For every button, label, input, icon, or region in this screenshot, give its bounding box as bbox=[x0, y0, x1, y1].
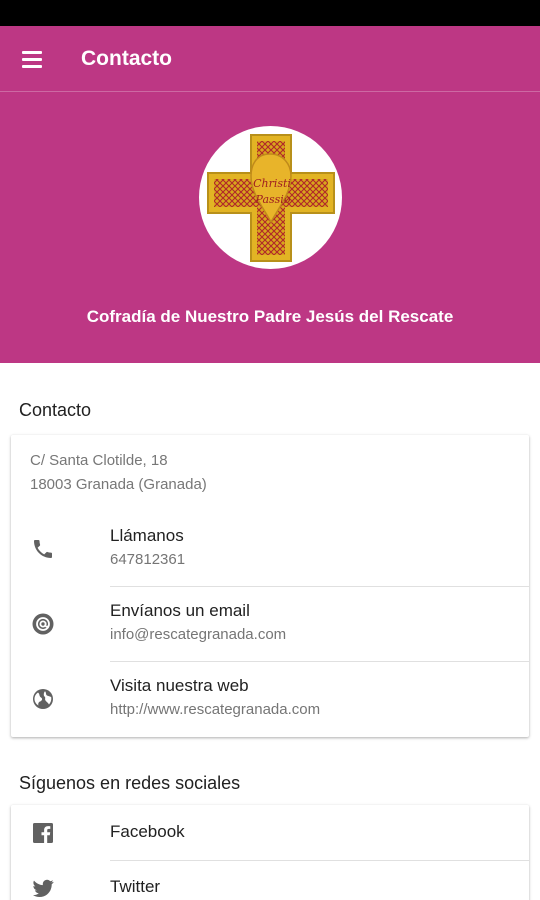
logo-text-passio: Passio bbox=[255, 193, 291, 206]
call-row[interactable]: Llámanos 647812361 bbox=[11, 511, 529, 586]
website-url: http://www.rescategranada.com bbox=[110, 701, 321, 718]
twitter-row[interactable]: Twitter bbox=[11, 860, 529, 900]
address: C/ Santa Clotilde, 18 18003 Granada (Gra… bbox=[30, 449, 207, 497]
page-title: Contacto bbox=[81, 47, 172, 70]
globe-icon bbox=[33, 689, 53, 709]
social-section-title: Síguenos en redes sociales bbox=[19, 773, 241, 793]
status-bar bbox=[0, 0, 540, 26]
organization-name: Cofradía de Nuestro Padre Jesús del Resc… bbox=[86, 307, 454, 326]
facebook-label: Facebook bbox=[110, 822, 185, 841]
header-banner: Christi Passio Cofradía de Nuestro Padre… bbox=[0, 92, 540, 363]
facebook-icon bbox=[33, 823, 53, 843]
hamburger-menu-icon[interactable] bbox=[14, 43, 50, 75]
facebook-row[interactable]: Facebook bbox=[11, 805, 529, 860]
divider bbox=[110, 586, 529, 587]
social-card: Facebook Twitter bbox=[11, 805, 529, 900]
call-label: Llámanos bbox=[110, 526, 184, 545]
divider bbox=[110, 860, 529, 861]
twitter-label: Twitter bbox=[110, 877, 161, 896]
phone-icon bbox=[34, 540, 52, 558]
email-row[interactable]: Envíanos un email info@rescategranada.co… bbox=[11, 586, 529, 661]
email-label: Envíanos un email bbox=[110, 601, 250, 620]
contact-card: C/ Santa Clotilde, 18 18003 Granada (Gra… bbox=[11, 435, 529, 737]
twitter-icon bbox=[32, 879, 54, 897]
address-line-1: C/ Santa Clotilde, 18 bbox=[30, 452, 168, 469]
website-label: Visita nuestra web bbox=[110, 676, 249, 695]
at-sign-icon bbox=[32, 613, 54, 635]
phone-number: 647812361 bbox=[110, 551, 186, 568]
app-bar: Contacto bbox=[0, 26, 540, 92]
divider bbox=[110, 661, 529, 662]
brotherhood-logo: Christi Passio bbox=[199, 126, 342, 269]
email-address: info@rescategranada.com bbox=[110, 626, 287, 643]
contact-section-title: Contacto bbox=[19, 400, 92, 420]
address-line-2: 18003 Granada (Granada) bbox=[30, 476, 207, 493]
website-row[interactable]: Visita nuestra web http://www.rescategra… bbox=[11, 661, 529, 736]
logo-text-christi: Christi bbox=[253, 177, 291, 190]
